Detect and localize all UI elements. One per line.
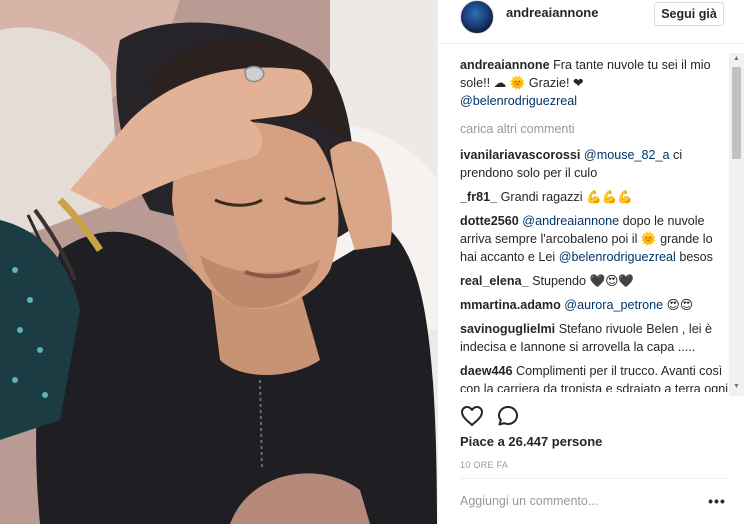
comment-mention[interactable]: @aurora_petrone [564,298,663,312]
comment-username[interactable]: ivanilariavascorossi [460,148,580,162]
comment-item: real_elena_ Stupendo 🖤😍🖤 [460,272,730,290]
comment-item: _fr81_ Grandi ragazzi 💪💪💪 [460,188,730,206]
post-side-panel: andreaiannone Segui già andreaiannone Fr… [437,0,744,524]
comment-button[interactable] [496,404,520,428]
post-timestamp: 10 ORE FA [460,460,509,470]
follow-button[interactable]: Segui già [654,2,724,26]
comment-item: savinoguglielmi Stefano rivuole Belen , … [460,320,730,356]
caption: andreaiannone Fra tante nuvole tu sei il… [460,56,730,110]
comment-mention[interactable]: @mouse_82_a [584,148,670,162]
comment-username[interactable]: dotte2560 [460,214,519,228]
comment-item: ivanilariavascorossi @mouse_82_a ci pren… [460,146,730,182]
heart-icon [461,406,483,426]
post-header: andreaiannone Segui già [438,0,744,44]
comment-username[interactable]: mmartina.adamo [460,298,561,312]
scroll-up-arrow-icon[interactable]: ▲ [729,55,744,65]
add-comment-input[interactable] [460,490,700,512]
post-actions [460,404,660,428]
comment-text-2: besos [675,250,713,264]
comment-text: Stupendo 🖤😍🖤 [532,274,635,288]
like-button[interactable] [460,404,484,428]
comment-icon [498,406,518,426]
caption-mention[interactable]: @belenrodriguezreal [460,94,577,108]
comment-item: dotte2560 @andreaiannone dopo le nuvole … [460,212,730,266]
comment-mention-2[interactable]: @belenrodriguezreal [559,250,676,264]
comment-text: 😍😍 [663,298,693,312]
comment-mention[interactable]: @andreaiannone [522,214,619,228]
comments-list: andreaiannone Fra tante nuvole tu sei il… [460,56,730,392]
scroll-thumb[interactable] [732,67,741,159]
load-more-comments[interactable]: carica altri commenti [460,120,730,138]
header-username[interactable]: andreaiannone [506,5,598,20]
comment-username[interactable]: real_elena_ [460,274,529,288]
scroll-down-arrow-icon[interactable]: ▼ [729,383,744,393]
comment-text: Grandi ragazzi 💪💪💪 [500,190,634,204]
divider [460,478,728,479]
caption-username[interactable]: andreaiannone [460,58,550,72]
comment-username[interactable]: savinoguglielmi [460,322,555,336]
avatar[interactable] [460,0,494,34]
comments-scrollbar[interactable]: ▲ ▼ [729,53,744,396]
comment-item: mmartina.adamo @aurora_petrone 😍😍 [460,296,730,314]
post-photo [0,0,437,524]
more-options-icon[interactable]: ••• [706,490,728,512]
comment-username[interactable]: _fr81_ [460,190,497,204]
likes-count[interactable]: Piace a 26.447 persone [460,434,602,449]
comment-item: daew446 Complimenti per il trucco. Avant… [460,362,730,392]
comment-username[interactable]: daew446 [460,364,513,378]
photo-illustration [0,0,437,524]
